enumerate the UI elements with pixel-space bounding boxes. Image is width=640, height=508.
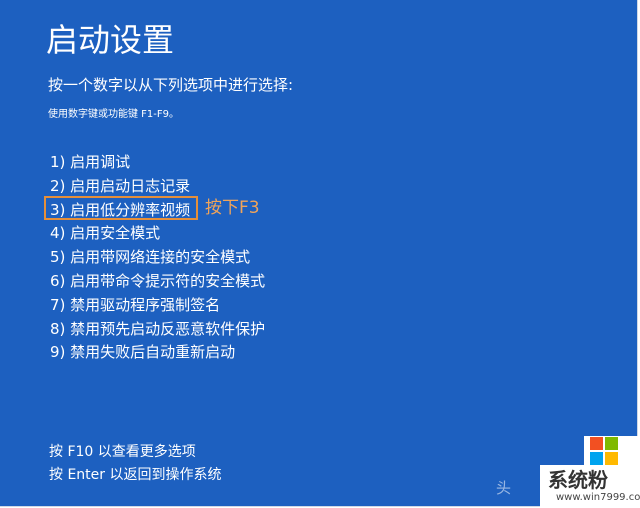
watermark-faint-text: 头 — [496, 479, 512, 497]
option-label: 8) 禁用预先启动反恶意软件保护 — [50, 319, 266, 338]
key-hint: 使用数字键或功能键 F1-F9。 — [48, 109, 180, 120]
footer: 按 F10 以查看更多选项 按 Enter 以返回到操作系统 — [49, 441, 221, 487]
startup-settings-screen: 启动设置 按一个数字以从下列选项中进行选择: 使用数字键或功能键 F1-F9。 … — [0, 0, 638, 507]
option-label: 5) 启用带网络连接的安全模式 — [50, 248, 251, 267]
option-label: 4) 启用安全模式 — [50, 224, 161, 243]
option-label: 7) 禁用驱动程序强制签名 — [50, 295, 221, 314]
option-safe-mode-networking[interactable]: 5) 启用带网络连接的安全模式 — [50, 246, 265, 270]
startup-options-list: 1) 启用调试 2) 启用启动日志记录 3) 启用低分辨率视频 4) 启用安全模… — [50, 151, 265, 365]
page-title: 启动设置 — [46, 21, 175, 59]
watermark-site-name: 系统粉 — [548, 468, 608, 492]
watermark-url: www.win7999.com — [556, 492, 640, 503]
option-enable-debugging[interactable]: 1) 启用调试 — [50, 151, 265, 175]
annotation-press-f3: 按下F3 — [205, 198, 260, 218]
option-label: 6) 启用带命令提示符的安全模式 — [50, 271, 266, 290]
option-label: 9) 禁用失败后自动重新启动 — [50, 343, 236, 362]
option-disable-driver-signature[interactable]: 7) 禁用驱动程序强制签名 — [50, 294, 265, 318]
option-enable-safe-mode[interactable]: 4) 启用安全模式 — [50, 222, 265, 246]
option-disable-early-antimalware[interactable]: 8) 禁用预先启动反恶意软件保护 — [50, 318, 265, 342]
option-safe-mode-command-prompt[interactable]: 6) 启用带命令提示符的安全模式 — [50, 270, 265, 294]
more-options-hint[interactable]: 按 F10 以查看更多选项 — [49, 441, 221, 464]
windows-logo-icon — [590, 437, 618, 465]
highlight-box — [44, 196, 198, 220]
return-to-os-hint[interactable]: 按 Enter 以返回到操作系统 — [49, 464, 221, 487]
selection-prompt: 按一个数字以从下列选项中进行选择: — [48, 76, 294, 94]
option-label: 1) 启用调试 — [50, 153, 131, 171]
option-disable-auto-restart[interactable]: 9) 禁用失败后自动重新启动 — [50, 341, 265, 365]
